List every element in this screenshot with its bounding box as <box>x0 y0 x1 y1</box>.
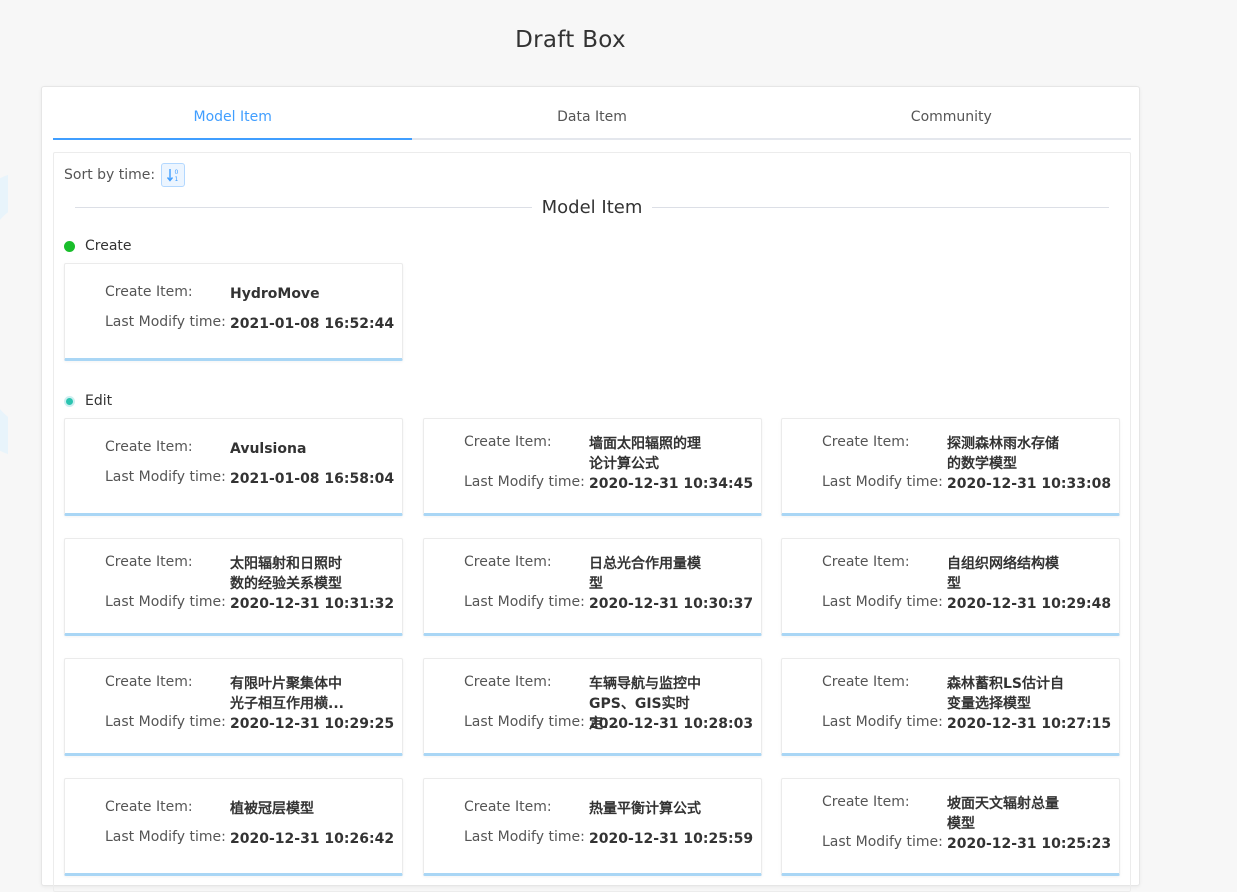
last-modify-label: Last Modify time: <box>105 469 226 485</box>
create-item-label: Create Item: <box>105 439 193 455</box>
last-modify-time: 2020-12-31 10:29:48 <box>947 596 1112 612</box>
draft-card[interactable]: Create Item: 自组织网络结构模型 Last Modify time: 20… <box>781 538 1120 636</box>
draft-card[interactable]: Create Item: 日总光合作用量模型 Last Modify time: 20… <box>423 538 762 636</box>
section-title: Model Item <box>531 197 653 218</box>
draft-card[interactable]: Create Item: 森林蓄积LS估计自变量选择模型 Last Modify t… <box>781 658 1120 756</box>
create-item-name: 热量平衡计算公式 <box>589 801 701 817</box>
last-modify-time: 2020-12-31 10:34:45 <box>589 476 754 492</box>
draft-card[interactable]: Create Item: 墙面太阳辐照的理论计算公式 Last Modify tim… <box>423 418 762 516</box>
create-dot-icon <box>64 240 75 252</box>
create-item-name: HydroMove <box>230 286 320 302</box>
create-label: Create <box>85 238 132 254</box>
create-section-header: Create <box>64 238 132 254</box>
create-item-name: 探测森林雨水存储的数学模型 <box>947 436 1059 472</box>
create-item-label: Create Item: <box>822 794 910 810</box>
last-modify-label: Last Modify time: <box>464 829 585 845</box>
sort-ascending-icon: 0 1 <box>167 169 179 183</box>
draft-card[interactable]: Create Item: 太阳辐射和日照时数的经验关系模型 Last Modify … <box>64 538 403 636</box>
sort-row: Sort by time: 0 1 <box>64 163 186 187</box>
last-modify-label: Last Modify time: <box>464 714 585 730</box>
draft-card[interactable]: Create Item: 坡面天文辐射总量模型 Last Modify time: 2… <box>781 778 1120 876</box>
tab-content: Sort by time: 0 1 Model Item Create Edit… <box>53 152 1131 892</box>
create-item-label: Create Item: <box>464 554 552 570</box>
create-item-label: Create Item: <box>822 674 910 690</box>
edit-label: Edit <box>85 393 113 409</box>
last-modify-time: 2020-12-31 10:31:32 <box>230 596 395 612</box>
edit-section-header: Edit <box>64 393 112 409</box>
tab-model-item[interactable]: Model Item <box>53 101 413 140</box>
create-item-label: Create Item: <box>105 674 193 690</box>
svg-text:1: 1 <box>175 176 179 183</box>
last-modify-time: 2021-01-08 16:58:04 <box>230 471 395 487</box>
last-modify-time: 2020-12-31 10:29:25 <box>230 716 395 732</box>
create-item-name: 植被冠层模型 <box>230 801 314 817</box>
draft-card[interactable]: Create Item: 植被冠层模型 Last Modify time: 2020-… <box>64 778 403 876</box>
last-modify-time: 2020-12-31 10:26:42 <box>230 831 395 847</box>
last-modify-label: Last Modify time: <box>822 714 943 730</box>
last-modify-time: 2020-12-31 10:27:15 <box>947 716 1112 732</box>
tab-community[interactable]: Community <box>772 101 1131 138</box>
create-item-label: Create Item: <box>822 554 910 570</box>
last-modify-label: Last Modify time: <box>822 474 943 490</box>
create-item-name: 墙面太阳辐照的理论计算公式 <box>589 436 701 472</box>
last-modify-time: 2020-12-31 10:33:08 <box>947 476 1112 492</box>
create-item-name: 有限叶片聚集体中光子相互作用横... <box>230 676 344 712</box>
create-item-name: 森林蓄积LS估计自变量选择模型 <box>947 676 1065 712</box>
draft-card[interactable]: Create Item: HydroMove Last Modify time: 20… <box>64 263 403 361</box>
svg-text:0: 0 <box>175 169 179 176</box>
create-item-label: Create Item: <box>105 284 193 300</box>
last-modify-time: 2020-12-31 10:30:37 <box>589 596 754 612</box>
edit-dot-icon <box>64 395 75 407</box>
last-modify-label: Last Modify time: <box>464 594 585 610</box>
last-modify-label: Last Modify time: <box>105 829 226 845</box>
create-item-label: Create Item: <box>822 434 910 450</box>
last-modify-time: 2020-12-31 10:25:59 <box>589 831 754 847</box>
create-item-name: Avulsiona <box>230 441 307 457</box>
create-item-name: 坡面天文辐射总量模型 <box>947 796 1059 832</box>
sort-label: Sort by time: <box>64 167 156 183</box>
last-modify-label: Last Modify time: <box>105 594 226 610</box>
draft-card[interactable]: Create Item: 探测森林雨水存储的数学模型 Last Modify tim… <box>781 418 1120 516</box>
last-modify-label: Last Modify time: <box>464 474 585 490</box>
last-modify-label: Last Modify time: <box>822 594 943 610</box>
draft-card[interactable]: Create Item: 热量平衡计算公式 Last Modify time: 202… <box>423 778 762 876</box>
tab-data-item[interactable]: Data Item <box>412 101 771 138</box>
create-item-name: 自组织网络结构模型 <box>947 556 1059 592</box>
create-item-label: Create Item: <box>464 434 552 450</box>
create-item-label: Create Item: <box>105 799 193 815</box>
draft-panel: Model Item Data Item Community Sort by t… <box>41 86 1140 892</box>
draft-card[interactable]: Create Item: 有限叶片聚集体中光子相互作用横... Last Modif… <box>64 658 403 756</box>
last-modify-label: Last Modify time: <box>105 714 226 730</box>
page-title: Draft Box <box>515 27 626 53</box>
last-modify-label: Last Modify time: <box>105 314 226 330</box>
sort-button[interactable]: 0 1 <box>161 163 186 187</box>
tab-bar: Model Item Data Item Community <box>53 101 1131 140</box>
create-item-name: 日总光合作用量模型 <box>589 556 701 592</box>
create-item-label: Create Item: <box>105 554 193 570</box>
last-modify-time: 2020-12-31 10:25:23 <box>947 836 1112 852</box>
create-item-name: 太阳辐射和日照时数的经验关系模型 <box>230 556 342 592</box>
draft-card[interactable]: Create Item: 车辆导航与监控中GPS、GIS实时定... Last Mo… <box>423 658 762 756</box>
create-item-label: Create Item: <box>464 799 552 815</box>
draft-card[interactable]: Create Item: Avulsiona Last Modify time: 20… <box>64 418 403 516</box>
last-modify-label: Last Modify time: <box>822 834 943 850</box>
last-modify-time: 2020-12-31 10:28:03 <box>589 716 754 732</box>
last-modify-time: 2021-01-08 16:52:44 <box>230 316 395 332</box>
